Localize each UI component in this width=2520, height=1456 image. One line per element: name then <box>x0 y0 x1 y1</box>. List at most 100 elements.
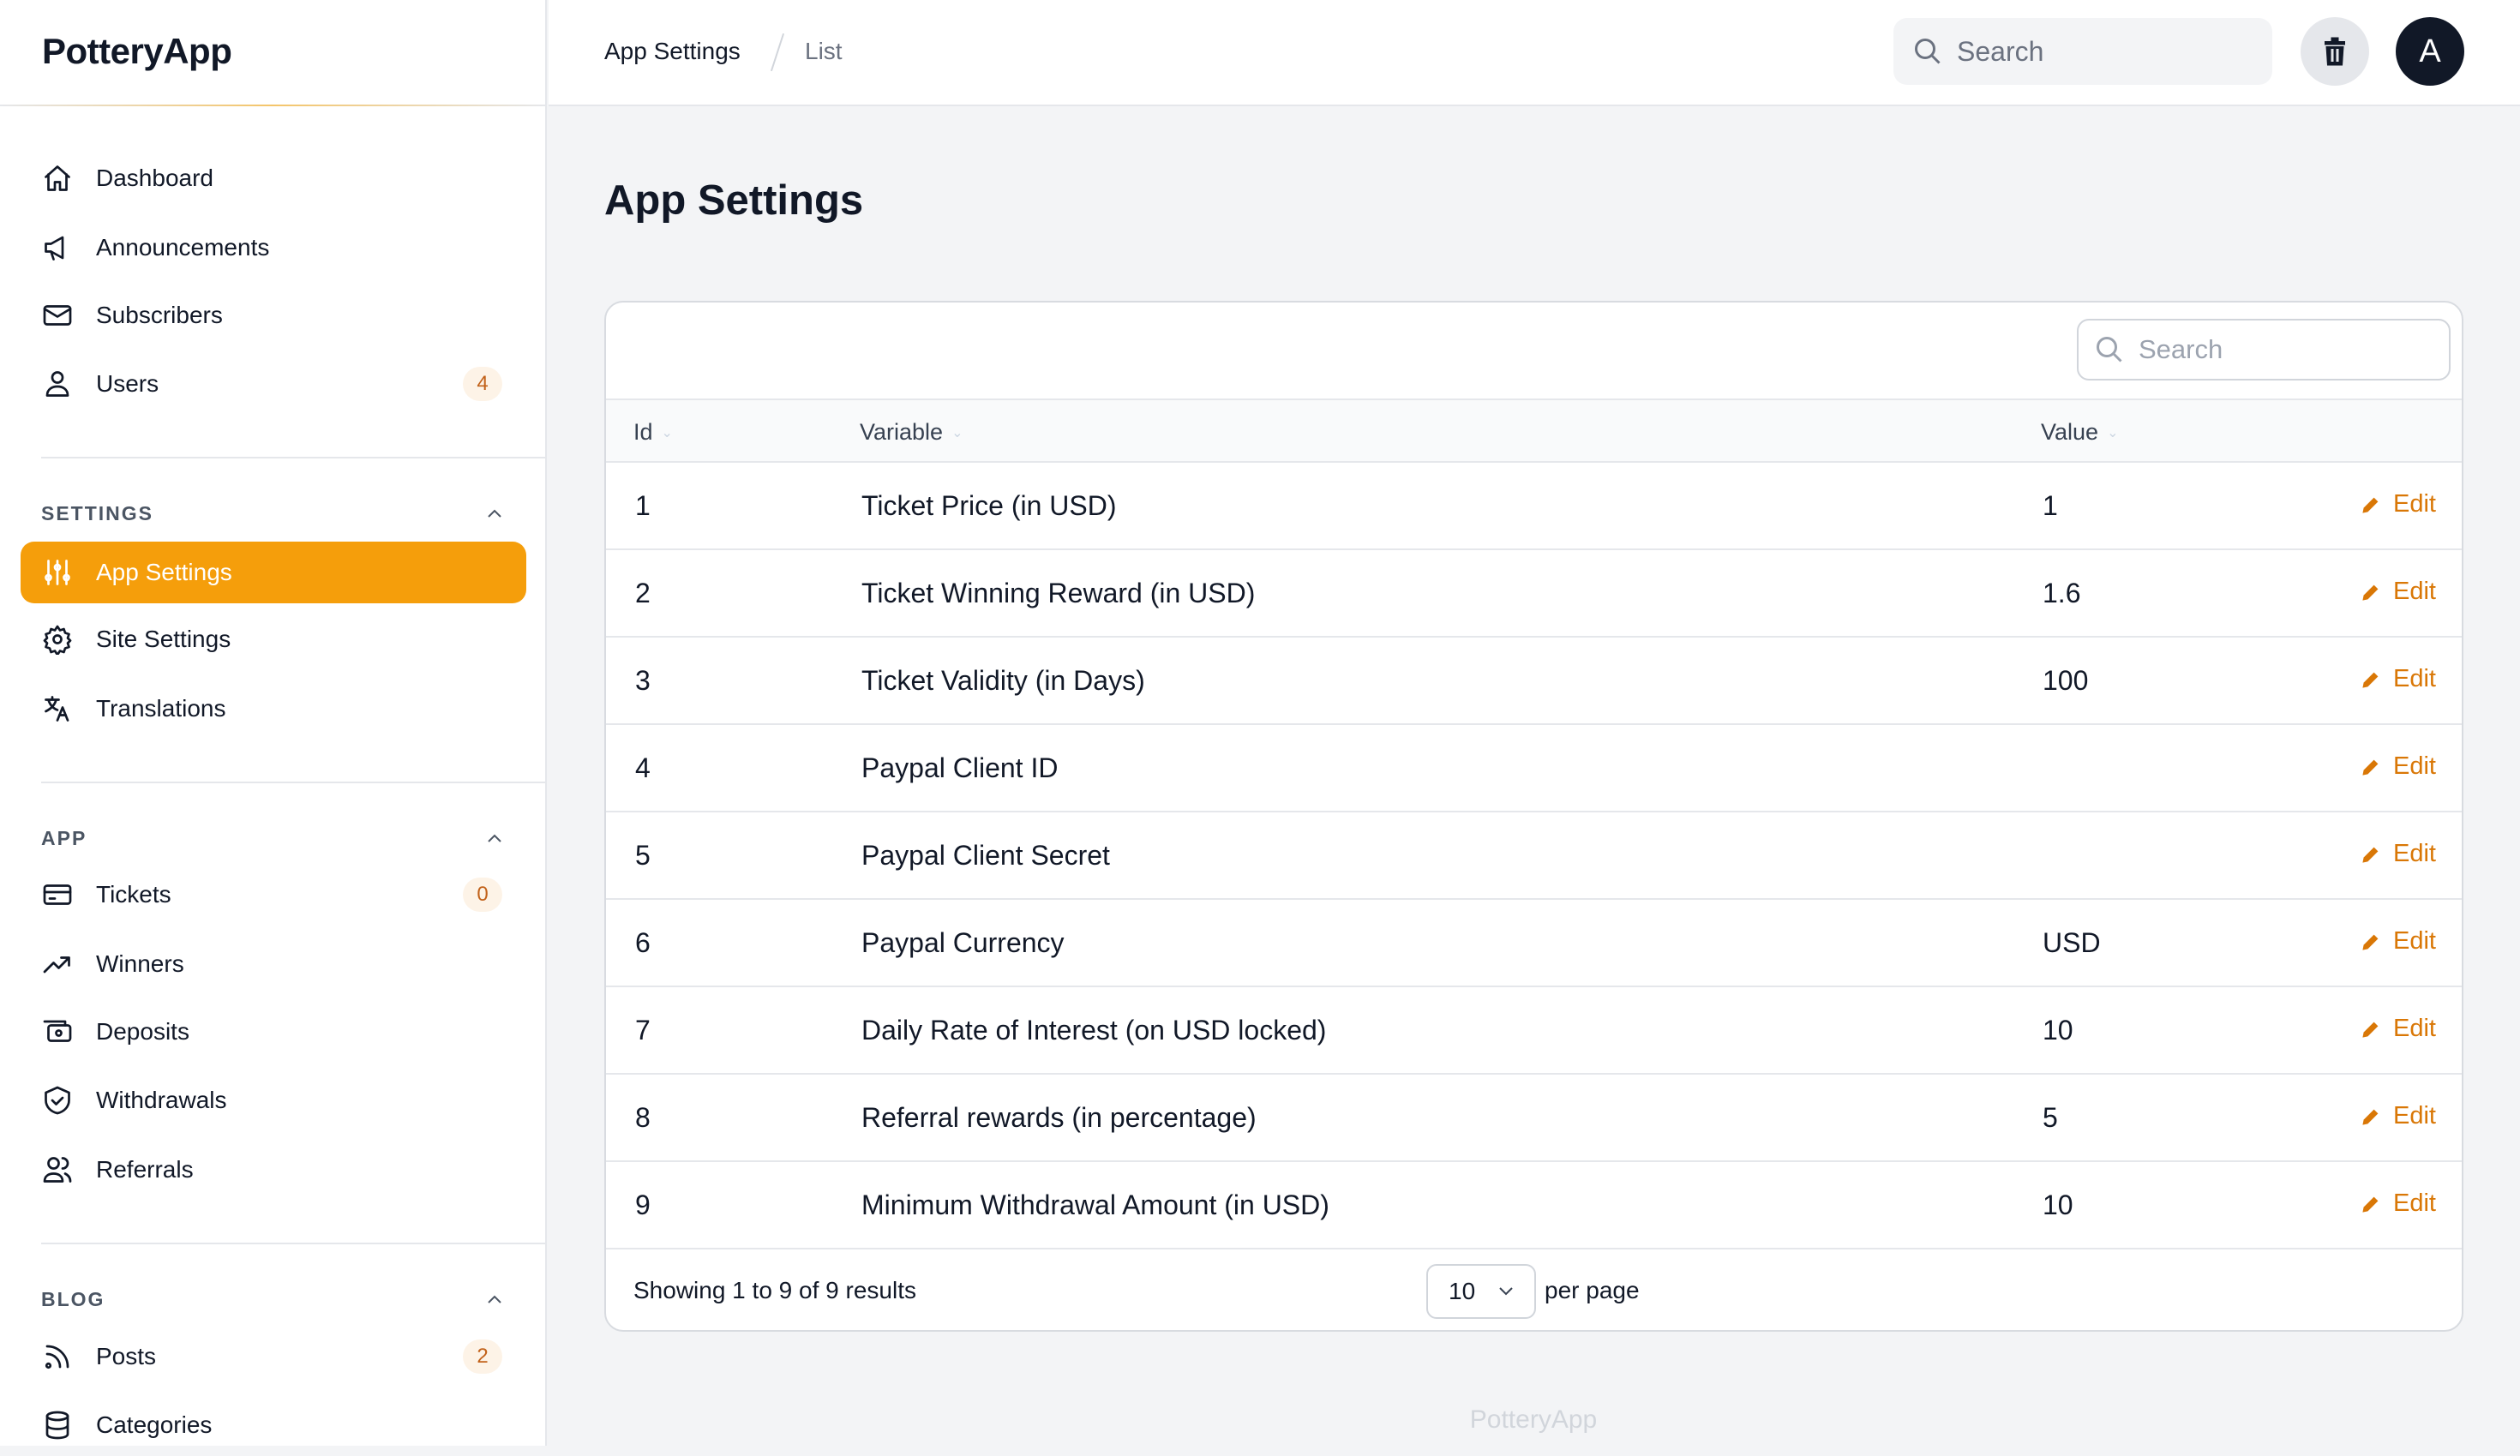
chevron-up-icon[interactable] <box>485 1290 504 1309</box>
count-badge: 0 <box>463 878 502 912</box>
sidebar-item-dashboard[interactable]: Dashboard <box>21 147 526 209</box>
cell-variable: Paypal Currency <box>861 927 1065 958</box>
home-icon <box>41 162 74 195</box>
sidebar-item-subscribers[interactable]: Subscribers <box>21 285 526 346</box>
search-icon <box>2097 337 2122 363</box>
sidebar-item-label: Winners <box>96 950 184 977</box>
cell-variable: Ticket Validity (in Days) <box>861 665 1145 696</box>
cell-id: 1 <box>635 490 651 521</box>
gear-icon <box>41 623 74 656</box>
trash-icon <box>2325 37 2345 66</box>
table-row: 5 Paypal Client Secret Edit <box>606 812 2462 900</box>
sidebar-item-referrals[interactable]: Referrals <box>21 1139 526 1201</box>
sidebar-item-users[interactable]: Users 4 <box>21 353 526 415</box>
cell-variable: Daily Rate of Interest (on USD locked) <box>861 1015 1327 1046</box>
global-search-input[interactable]: Search <box>1893 18 2272 85</box>
sliders-icon <box>41 556 74 589</box>
sidebar-item-app-settings[interactable]: App Settings <box>21 542 526 603</box>
sidebar-divider <box>41 1243 547 1244</box>
trash-button[interactable] <box>2301 17 2369 86</box>
sidebar-item-posts[interactable]: Posts 2 <box>21 1326 526 1387</box>
pencil-icon <box>2362 847 2379 863</box>
column-label: Variable <box>860 419 944 445</box>
chevron-up-icon[interactable] <box>485 829 504 848</box>
column-value[interactable]: Value ⌄ <box>2041 419 2118 446</box>
column-label: Id <box>633 419 653 445</box>
edit-button[interactable]: Edit <box>2361 490 2436 518</box>
pencil-icon <box>2362 934 2379 950</box>
sidebar-item-announcements[interactable]: Announcements <box>21 217 526 279</box>
sidebar-item-tickets[interactable]: Tickets 0 <box>21 864 526 926</box>
cell-variable: Ticket Price (in USD) <box>861 490 1117 521</box>
per-page-select[interactable]: 10 <box>1426 1264 1536 1319</box>
sort-chevron-icon: ⌄ <box>2107 425 2119 440</box>
edit-label: Edit <box>2393 927 2436 955</box>
sidebar-item-label: Tickets <box>96 881 171 908</box>
user-avatar[interactable]: A <box>2396 17 2464 86</box>
table-row: 7 Daily Rate of Interest (on USD locked) 1… <box>606 987 2462 1075</box>
pencil-icon <box>2362 1109 2379 1125</box>
breadcrumb-app-settings[interactable]: App Settings <box>604 38 741 65</box>
column-variable[interactable]: Variable ⌄ <box>860 419 963 446</box>
translate-icon <box>41 692 74 725</box>
sidebar-divider <box>41 782 547 783</box>
sidebar-item-deposits[interactable]: Deposits <box>21 1001 526 1063</box>
sidebar-item-label: Categories <box>96 1411 213 1438</box>
cell-id: 5 <box>635 840 651 871</box>
sidebar-item-categories[interactable]: Categories <box>21 1394 526 1456</box>
section-heading: BLOG <box>41 1288 105 1310</box>
trending-up-icon <box>41 948 74 980</box>
sidebar-item-site-settings[interactable]: Site Settings <box>21 608 526 670</box>
column-label: Value <box>2041 419 2099 445</box>
edit-button[interactable]: Edit <box>2361 1102 2436 1130</box>
edit-label: Edit <box>2393 1015 2436 1042</box>
sidebar-item-label: Site Settings <box>96 626 231 652</box>
edit-button[interactable]: Edit <box>2361 927 2436 956</box>
section-heading: APP <box>41 827 87 849</box>
cell-variable: Paypal Client Secret <box>861 840 1110 871</box>
edit-button[interactable]: Edit <box>2361 665 2436 693</box>
per-page-label: per page <box>1545 1277 1640 1303</box>
edit-label: Edit <box>2393 578 2436 605</box>
table-row: 4 Paypal Client ID Edit <box>606 725 2462 812</box>
ticket-icon <box>41 878 74 911</box>
app-logo[interactable]: PotteryApp <box>42 31 232 72</box>
sidebar-item-withdrawals[interactable]: Withdrawals <box>21 1070 526 1131</box>
table-row: 1 Ticket Price (in USD) 1 Edit <box>606 463 2462 550</box>
chevron-up-icon[interactable] <box>485 504 504 523</box>
cell-value: 5 <box>2043 1102 2058 1133</box>
cell-id: 7 <box>635 1015 651 1046</box>
table-row: 9 Minimum Withdrawal Amount (in USD) 10 Edi… <box>606 1162 2462 1249</box>
edit-button[interactable]: Edit <box>2361 1015 2436 1043</box>
pencil-icon <box>2362 672 2379 688</box>
cell-value: 10 <box>2043 1015 2073 1046</box>
edit-button[interactable]: Edit <box>2361 840 2436 868</box>
breadcrumb-list: List <box>805 38 843 64</box>
pencil-icon <box>2362 584 2379 601</box>
results-summary: Showing 1 to 9 of 9 results <box>633 1277 916 1303</box>
cell-id: 6 <box>635 927 651 958</box>
mail-icon <box>41 299 74 332</box>
column-id[interactable]: Id ⌄ <box>633 419 673 446</box>
count-badge: 4 <box>463 367 502 401</box>
per-page-value: 10 <box>1449 1278 1476 1304</box>
edit-button[interactable]: Edit <box>2361 1189 2436 1218</box>
sidebar-item-label: Deposits <box>96 1018 189 1045</box>
table-search-input[interactable]: Search <box>2077 319 2451 380</box>
sidebar-item-winners[interactable]: Winners <box>21 933 526 995</box>
chevron-down-icon <box>1499 1287 1513 1296</box>
edit-button[interactable]: Edit <box>2361 752 2436 781</box>
sidebar-divider <box>41 457 547 458</box>
sidebar-item-label: Withdrawals <box>96 1087 227 1113</box>
table-row: 2 Ticket Winning Reward (in USD) 1.6 Edit <box>606 550 2462 638</box>
sidebar-item-translations[interactable]: Translations <box>21 678 526 740</box>
database-icon <box>41 1409 74 1441</box>
logo-divider <box>0 105 545 106</box>
user-icon <box>41 368 74 400</box>
sidebar-item-label: Users <box>96 370 159 397</box>
settings-table-card: Search Id ⌄ Variable ⌄ Value ⌄ 1 Ticket Pric… <box>604 301 2463 1332</box>
edit-button[interactable]: Edit <box>2361 578 2436 606</box>
pencil-icon <box>2362 1022 2379 1038</box>
cell-value: 1 <box>2043 490 2058 521</box>
cell-value: 10 <box>2043 1189 2073 1220</box>
